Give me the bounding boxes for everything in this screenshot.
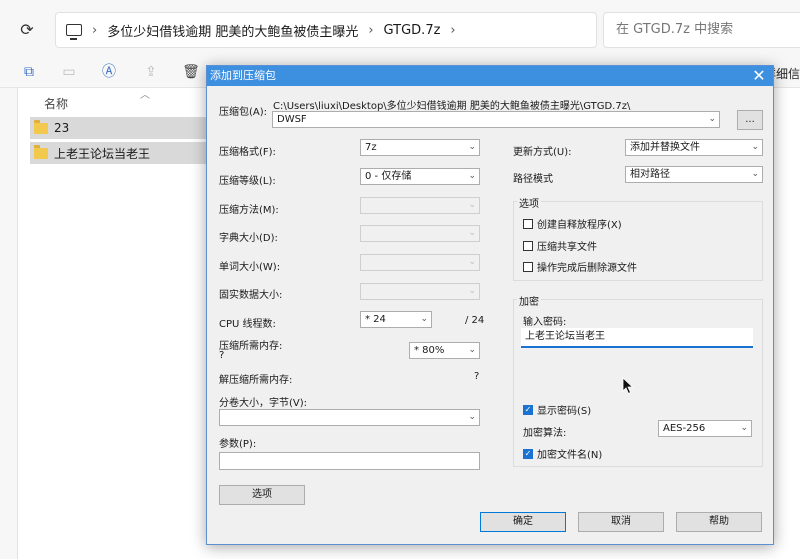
copy-icon[interactable]: ⧉ xyxy=(20,63,38,81)
password-label: 输入密码: xyxy=(523,313,566,328)
chevron-right-icon: › xyxy=(450,23,455,38)
word-select[interactable]: ⌄ xyxy=(360,254,480,271)
level-select[interactable]: 0 - 仅存储⌄ xyxy=(360,168,480,185)
computer-icon xyxy=(66,24,82,36)
archive-label: 压缩包(A): xyxy=(219,103,267,118)
cpu-total: / 24 xyxy=(465,315,484,326)
encryption-group-title: 加密 xyxy=(517,293,541,308)
archive-path: C:\Users\liuxi\Desktop\多位少妇借钱逾期 肥美的大鲍鱼被债… xyxy=(273,97,630,112)
cpu-select[interactable]: * 24⌄ xyxy=(360,311,432,328)
list-item[interactable]: 23 xyxy=(30,117,208,139)
dialog-titlebar: 添加到压缩包 ✕ xyxy=(207,66,773,86)
mouse-cursor-icon xyxy=(622,377,634,395)
split-label: 分卷大小，字节(V): xyxy=(219,394,307,409)
params-label: 参数(P): xyxy=(219,435,256,450)
chevron-right-icon: › xyxy=(92,23,97,38)
params-input[interactable] xyxy=(219,452,480,470)
cpu-label: CPU 线程数: xyxy=(219,315,276,330)
mem-comp-value: ? xyxy=(219,350,224,361)
mem-decomp-value: ? xyxy=(474,371,479,382)
refresh-icon[interactable]: ⟳ xyxy=(16,19,38,41)
ok-button[interactable]: 确定 xyxy=(480,512,566,532)
dict-select[interactable]: ⌄ xyxy=(360,225,480,242)
sfx-option[interactable]: 创建自释放程序(X) xyxy=(523,216,622,231)
solid-label: 固实数据大小: xyxy=(219,286,282,301)
format-label: 压缩格式(F): xyxy=(219,143,276,158)
help-button[interactable]: 帮助 xyxy=(676,512,762,532)
checkbox[interactable] xyxy=(523,241,533,251)
method-label: 压缩方法(M): xyxy=(219,201,279,216)
delete-after-option[interactable]: 操作完成后删除源文件 xyxy=(523,259,637,274)
folder-icon xyxy=(34,123,48,134)
delete-icon[interactable]: 🗑 xyxy=(182,63,200,81)
rename-icon[interactable]: Ⓐ xyxy=(100,63,118,81)
checkbox[interactable] xyxy=(523,219,533,229)
password-input[interactable]: 上老王论坛当老王 xyxy=(521,328,753,348)
address-row: ⟳ › 多位少妇借钱逾期 肥美的大鲍鱼被债主曝光 › GTGD.7z › 在 G… xyxy=(0,0,800,58)
mem-comp-label: 压缩所需内存: xyxy=(219,337,282,352)
update-label: 更新方式(U): xyxy=(513,143,572,158)
address-bar[interactable]: › 多位少妇借钱逾期 肥美的大鲍鱼被债主曝光 › GTGD.7z › xyxy=(55,12,597,48)
options-button[interactable]: 选项 xyxy=(219,485,305,505)
close-icon[interactable]: ✕ xyxy=(751,66,767,86)
chevron-right-icon: › xyxy=(368,23,373,38)
sort-arrow-icon: ︿ xyxy=(140,86,150,101)
folder-icon xyxy=(34,148,48,159)
cancel-button[interactable]: 取消 xyxy=(578,512,664,532)
word-label: 单词大小(W): xyxy=(219,258,280,273)
options-group-title: 选项 xyxy=(517,195,541,210)
archive-name-combo[interactable]: DWSF⌄ xyxy=(272,111,720,128)
share-icon[interactable]: ⇪ xyxy=(142,63,160,81)
dict-label: 字典大小(D): xyxy=(219,229,278,244)
dialog-title: 添加到压缩包 xyxy=(210,69,276,82)
checkbox-checked[interactable]: ✓ xyxy=(523,449,533,459)
browse-button[interactable]: ... xyxy=(737,110,763,130)
mem-decomp-label: 解压缩所需内存: xyxy=(219,371,292,386)
mem-usage-select[interactable]: * 80%⌄ xyxy=(409,342,480,359)
solid-select[interactable]: ⌄ xyxy=(360,283,480,300)
navigation-pane xyxy=(0,88,18,559)
update-select[interactable]: 添加并替换文件⌄ xyxy=(625,139,763,156)
path-mode-select[interactable]: 相对路径⌄ xyxy=(625,166,763,183)
breadcrumb-archive[interactable]: GTGD.7z xyxy=(384,23,441,38)
encrypt-names-option[interactable]: ✓加密文件名(N) xyxy=(523,446,602,461)
column-header-name[interactable]: 名称 xyxy=(44,95,68,112)
add-to-archive-dialog: 添加到压缩包 ✕ 压缩包(A): C:\Users\liuxi\Desktop\… xyxy=(206,65,774,545)
method-select[interactable]: ⌄ xyxy=(360,197,480,214)
algo-label: 加密算法: xyxy=(523,424,566,439)
search-input[interactable]: 在 GTGD.7z 中搜索 xyxy=(603,12,800,48)
file-name: 23 xyxy=(54,121,69,135)
file-name: 上老王论坛当老王 xyxy=(54,145,150,162)
split-select[interactable]: ⌄ xyxy=(219,409,480,426)
algo-select[interactable]: AES-256⌄ xyxy=(658,420,752,437)
checkbox[interactable] xyxy=(523,262,533,272)
format-select[interactable]: 7z⌄ xyxy=(360,139,480,156)
checkbox-checked[interactable]: ✓ xyxy=(523,405,533,415)
list-item[interactable]: 上老王论坛当老王 xyxy=(30,142,208,164)
show-password-option[interactable]: ✓显示密码(S) xyxy=(523,402,591,417)
level-label: 压缩等级(L): xyxy=(219,172,276,187)
breadcrumb-folder[interactable]: 多位少妇借钱逾期 肥美的大鲍鱼被债主曝光 xyxy=(107,21,358,40)
chevron-down-icon: ⌄ xyxy=(708,112,716,127)
path-mode-label: 路径模式 xyxy=(513,170,553,185)
shared-option[interactable]: 压缩共享文件 xyxy=(523,238,597,253)
paste-icon[interactable]: ▭ xyxy=(60,63,78,81)
